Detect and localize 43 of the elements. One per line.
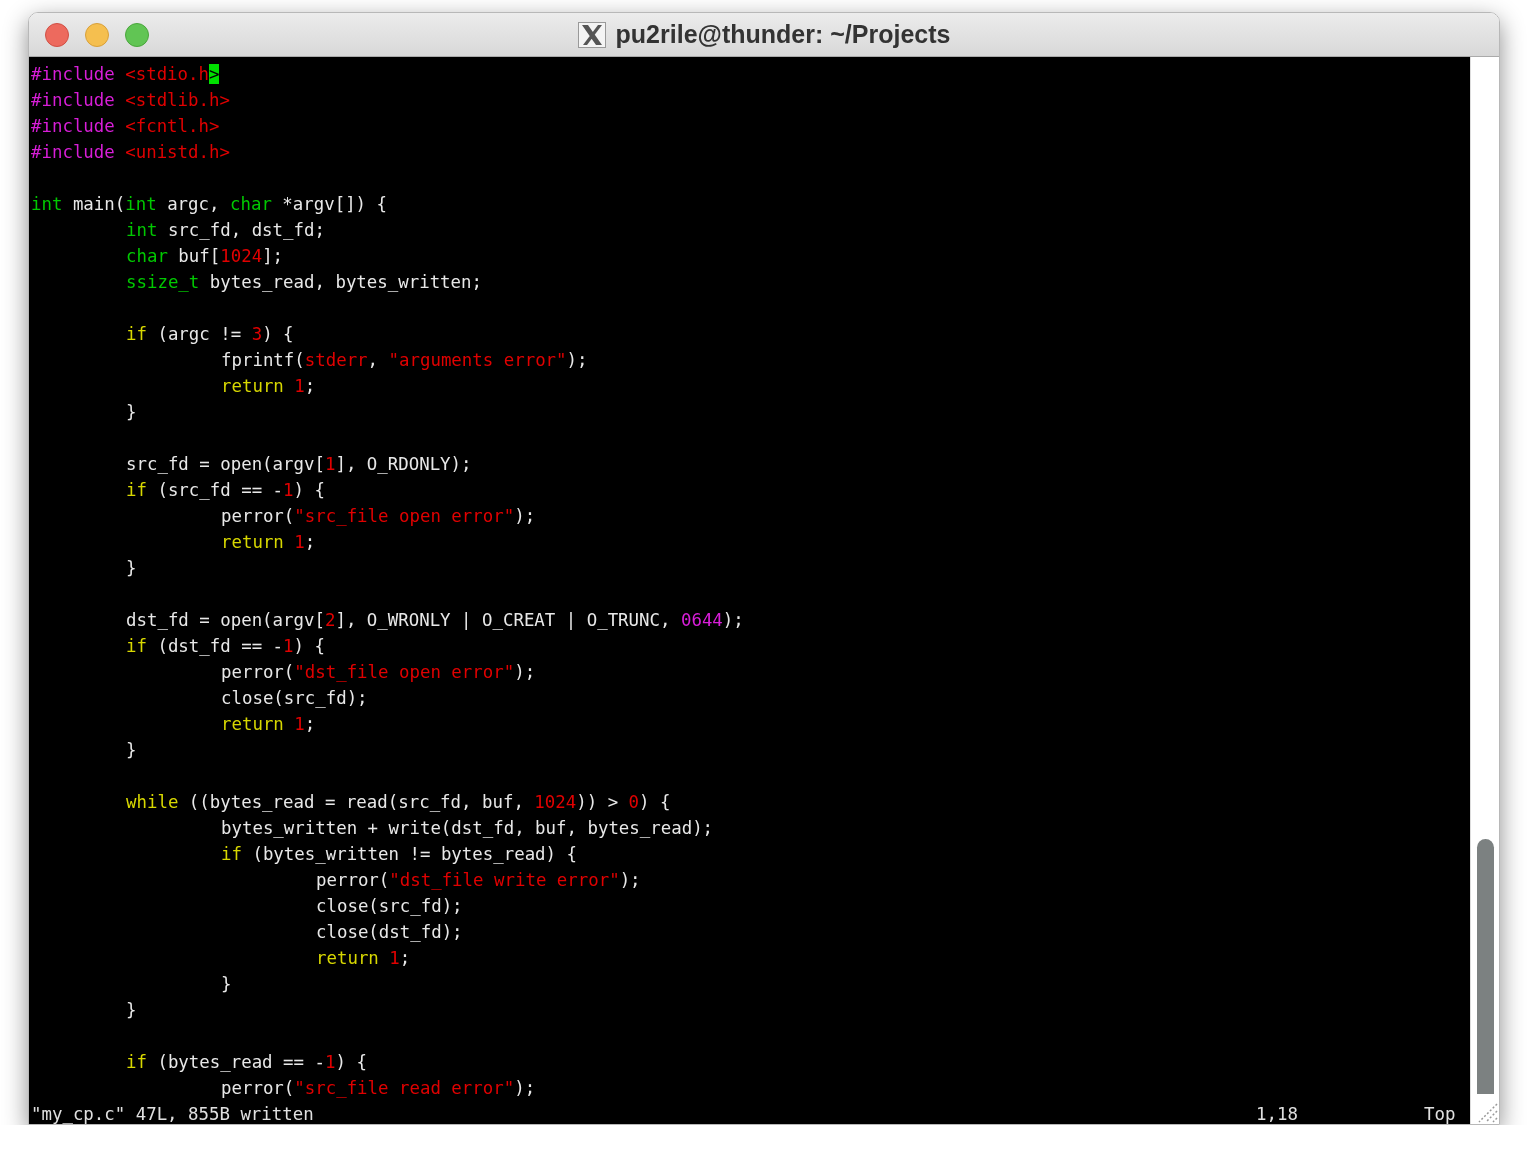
cursor-position: 1,18 [1256, 1103, 1299, 1124]
code-line: if (src_fd == -1) { [125, 479, 326, 502]
code-line: return 1; [220, 375, 317, 398]
code-line: if (argc != 3) { [125, 323, 295, 346]
code-line: #include <stdio.h> [31, 63, 221, 86]
code-line: if (bytes_read == -1) { [125, 1051, 368, 1074]
code-line: #include <stdlib.h> [31, 89, 231, 112]
code-line: #include <fcntl.h> [31, 115, 221, 138]
code-line: close(src_fd); [315, 895, 464, 918]
code-line: int src_fd, dst_fd; [125, 219, 326, 242]
code-line: fprintf(stderr, "arguments error"); [220, 349, 589, 372]
code-line: ssize_t bytes_read, bytes_written; [125, 271, 483, 294]
x-logo-icon [577, 21, 606, 48]
code-line: return 1; [315, 947, 412, 970]
code-line: src_fd = open(argv[1], O_RDONLY); [125, 453, 473, 476]
scroll-position: Top [1424, 1103, 1457, 1124]
code-line: perror("dst_file write error"); [315, 869, 642, 892]
code-line: } [125, 557, 138, 580]
scrollbar-thumb[interactable] [1476, 839, 1494, 1094]
code-line: while ((bytes_read = read(src_fd, buf, 1024)) > 0) { [125, 791, 672, 814]
code-line: if (bytes_written != bytes_read) { [220, 843, 578, 866]
code-line: close(src_fd); [220, 687, 369, 710]
code-line: } [125, 739, 138, 762]
window-title: pu2rile@thunder: ~/Projects [615, 20, 951, 49]
status-message: "my_cp.c" 47L, 855B written [31, 1103, 315, 1124]
close-button[interactable] [45, 22, 69, 47]
code-line: perror("dst_file open error"); [220, 661, 537, 684]
code-line: close(dst_fd); [315, 921, 464, 944]
code-line: int main(int argc, char *argv[]) { [31, 193, 389, 216]
code-line: perror("src_file open error"); [220, 505, 537, 528]
code-line: if (dst_fd == -1) { [125, 635, 326, 658]
code-line: dst_fd = open(argv[2], O_WRONLY | O_CREAT | O_TRUNC, 0644); [125, 609, 745, 632]
code-line: #include <unistd.h> [31, 141, 231, 164]
code-line: return 1; [220, 713, 317, 736]
code-line: bytes_written + write(dst_fd, buf, bytes_read); [220, 817, 715, 840]
zoom-button[interactable] [125, 22, 149, 47]
code-line: perror("src_file read error"); [220, 1077, 537, 1100]
code-line: } [125, 401, 138, 424]
code-line: char buf[1024]; [125, 245, 285, 268]
code-line: } [125, 999, 138, 1022]
minimize-button[interactable] [85, 22, 109, 47]
code-line: return 1; [220, 531, 317, 554]
code-line: } [220, 973, 233, 996]
